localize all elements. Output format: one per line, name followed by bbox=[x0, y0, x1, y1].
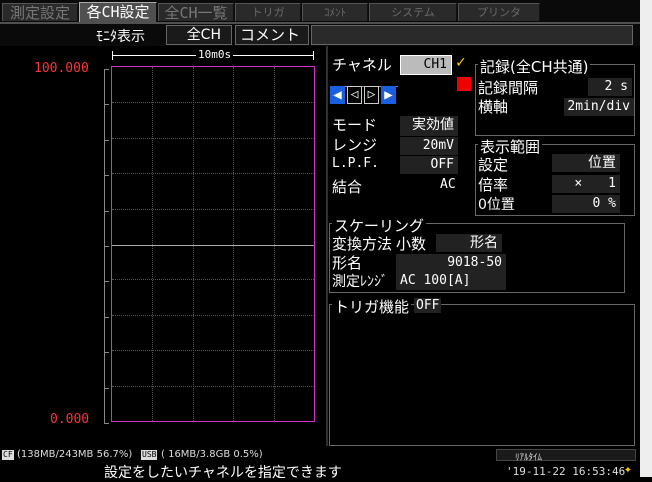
horizontal-axis-label: 横軸 bbox=[478, 98, 509, 116]
record-interval-label: 記録間隔 bbox=[478, 79, 539, 97]
tab-trigger[interactable]: トリガ bbox=[235, 3, 301, 21]
y-axis-tick bbox=[104, 140, 109, 141]
grid-line-horizontal bbox=[112, 315, 314, 316]
display-setting-label: 設定 bbox=[478, 156, 509, 174]
coupling-value: AC bbox=[440, 177, 456, 192]
cf-usage-text: (138MB/243MB 56.7%) bbox=[17, 449, 133, 460]
y-axis-tick bbox=[104, 352, 109, 353]
recording-title: 記録(全CH共通) bbox=[478, 56, 591, 77]
last-channel-button[interactable]: ▶ bbox=[381, 86, 396, 104]
grid-line-horizontal bbox=[112, 138, 314, 139]
monitor-display-select[interactable]: 全CH bbox=[166, 25, 232, 45]
measurement-range-field[interactable]: AC 100[A] bbox=[396, 272, 506, 290]
key-lock-icon: ✦ bbox=[624, 462, 632, 477]
y-axis-tick bbox=[104, 175, 109, 176]
lpf-select[interactable]: OFF bbox=[400, 156, 458, 174]
mode-select[interactable]: 実効値 bbox=[400, 116, 458, 136]
channel-label: チャネル bbox=[332, 56, 392, 74]
zero-position-field[interactable]: 0 % bbox=[552, 195, 620, 213]
status-bar: CF (138MB/243MB 56.7%) USB ( 16MB/3.8GB … bbox=[0, 446, 640, 481]
grid-line-horizontal bbox=[112, 350, 314, 351]
trigger-function-label: トリガ機能 bbox=[332, 296, 412, 317]
y-axis-min-label: 0.000 bbox=[50, 412, 90, 427]
grid-line-horizontal bbox=[112, 102, 314, 103]
first-channel-button[interactable]: ◀ bbox=[330, 86, 345, 104]
trigger-group bbox=[329, 304, 635, 446]
channel-select[interactable]: CH1 bbox=[400, 55, 452, 75]
conversion-method-label: 変換方法 bbox=[332, 235, 393, 253]
y-axis-tick bbox=[104, 104, 109, 105]
trigger-function-value[interactable]: OFF bbox=[414, 298, 442, 313]
grid-line-vertical bbox=[152, 67, 153, 421]
horizontal-axis-select[interactable]: 2min/div bbox=[564, 98, 634, 116]
monitor-row: ﾓﾆﾀ表示 全CH コメント bbox=[0, 24, 640, 46]
usb-usage-text: ( 16MB/3.8GB 0.5%) bbox=[161, 449, 263, 460]
zero-center-line bbox=[112, 245, 314, 246]
y-axis-tick bbox=[104, 423, 109, 424]
zoom-value: 1 bbox=[608, 176, 616, 191]
tab-printer[interactable]: プリンタ bbox=[458, 3, 540, 21]
comment-field[interactable] bbox=[311, 25, 633, 45]
range-label: レンジ bbox=[332, 136, 378, 154]
measurement-range-label: 測定ﾚﾝｼﾞ bbox=[332, 274, 388, 290]
comment-label: コメント bbox=[235, 25, 309, 45]
lpf-label: L.P.F. bbox=[332, 156, 379, 171]
model-field[interactable]: 9018-50 bbox=[396, 254, 506, 272]
y-axis-tick bbox=[104, 317, 109, 318]
conversion-method-value: 小数 bbox=[396, 235, 427, 253]
range-select[interactable]: 20mV bbox=[400, 137, 458, 155]
mode-label: モード bbox=[332, 116, 378, 134]
prev-channel-button[interactable]: ◁ bbox=[347, 86, 362, 104]
hint-message: 設定をしたいチャネルを指定できます bbox=[104, 465, 342, 481]
realtime-indicator: ﾘｱﾙﾀｲﾑ bbox=[496, 449, 636, 463]
y-axis-tick bbox=[104, 246, 109, 247]
y-axis-max-label: 100.000 bbox=[34, 61, 89, 76]
record-interval-field[interactable]: 2 s bbox=[588, 78, 632, 96]
y-axis-tick bbox=[104, 211, 109, 212]
zoom-label: 倍率 bbox=[478, 176, 509, 194]
settings-panel: チャネル CH1 ✓ ◀ ◁ ▷ ▶ モード 実効値 レンジ 20mV L.P.… bbox=[328, 46, 640, 446]
model-label: 形名 bbox=[332, 254, 363, 272]
zero-position-label: 0位置 bbox=[478, 197, 515, 213]
usb-drive-icon: USB bbox=[141, 450, 158, 460]
tab-measurement-settings[interactable]: 測定設定 bbox=[2, 3, 78, 22]
waveform-graph: 10m0s 100.000 0.000 bbox=[0, 46, 328, 446]
tab-comment[interactable]: ｺﾒﾝﾄ bbox=[302, 3, 368, 21]
grid-line-vertical bbox=[193, 67, 194, 421]
check-icon: ✓ bbox=[456, 52, 466, 71]
datetime-display: '19-11-22 16:53:46 bbox=[506, 465, 626, 478]
grid-line-horizontal bbox=[112, 386, 314, 387]
y-axis-tick bbox=[104, 69, 109, 70]
tab-system[interactable]: システム bbox=[369, 3, 457, 21]
zoom-select[interactable]: × 1 bbox=[552, 175, 620, 193]
time-div-label: 10m0s bbox=[196, 48, 234, 61]
cf-card-icon: CF bbox=[2, 450, 14, 460]
coupling-label: 結合 bbox=[332, 178, 363, 196]
grid-line-vertical bbox=[274, 67, 275, 421]
y-axis-tick bbox=[104, 281, 109, 282]
tab-bar: 測定設定 各CH設定 全CH一覧 トリガ ｺﾒﾝﾄ システム プリンタ bbox=[0, 0, 640, 23]
grid-line-vertical bbox=[233, 67, 234, 421]
time-div-indicator: 10m0s bbox=[112, 48, 314, 61]
plot-area bbox=[111, 66, 315, 422]
channel-color-swatch[interactable] bbox=[457, 77, 471, 91]
grid-line-horizontal bbox=[112, 279, 314, 280]
channel-nav: ◀ ◁ ▷ ▶ bbox=[330, 82, 400, 106]
type-select[interactable]: 形名 bbox=[436, 234, 502, 252]
tab-channel-settings[interactable]: 各CH設定 bbox=[79, 2, 157, 23]
display-setting-select[interactable]: 位置 bbox=[552, 154, 620, 172]
y-axis-tick bbox=[104, 388, 109, 389]
zoom-symbol: × bbox=[574, 176, 583, 191]
tab-all-channels[interactable]: 全CH一覧 bbox=[158, 3, 234, 22]
grid-line-horizontal bbox=[112, 173, 314, 174]
next-channel-button[interactable]: ▷ bbox=[364, 86, 379, 104]
monitor-display-label: ﾓﾆﾀ表示 bbox=[96, 29, 145, 45]
grid-line-horizontal bbox=[112, 209, 314, 210]
realtime-label: ﾘｱﾙﾀｲﾑ bbox=[515, 453, 543, 463]
window-edge bbox=[640, 0, 652, 477]
